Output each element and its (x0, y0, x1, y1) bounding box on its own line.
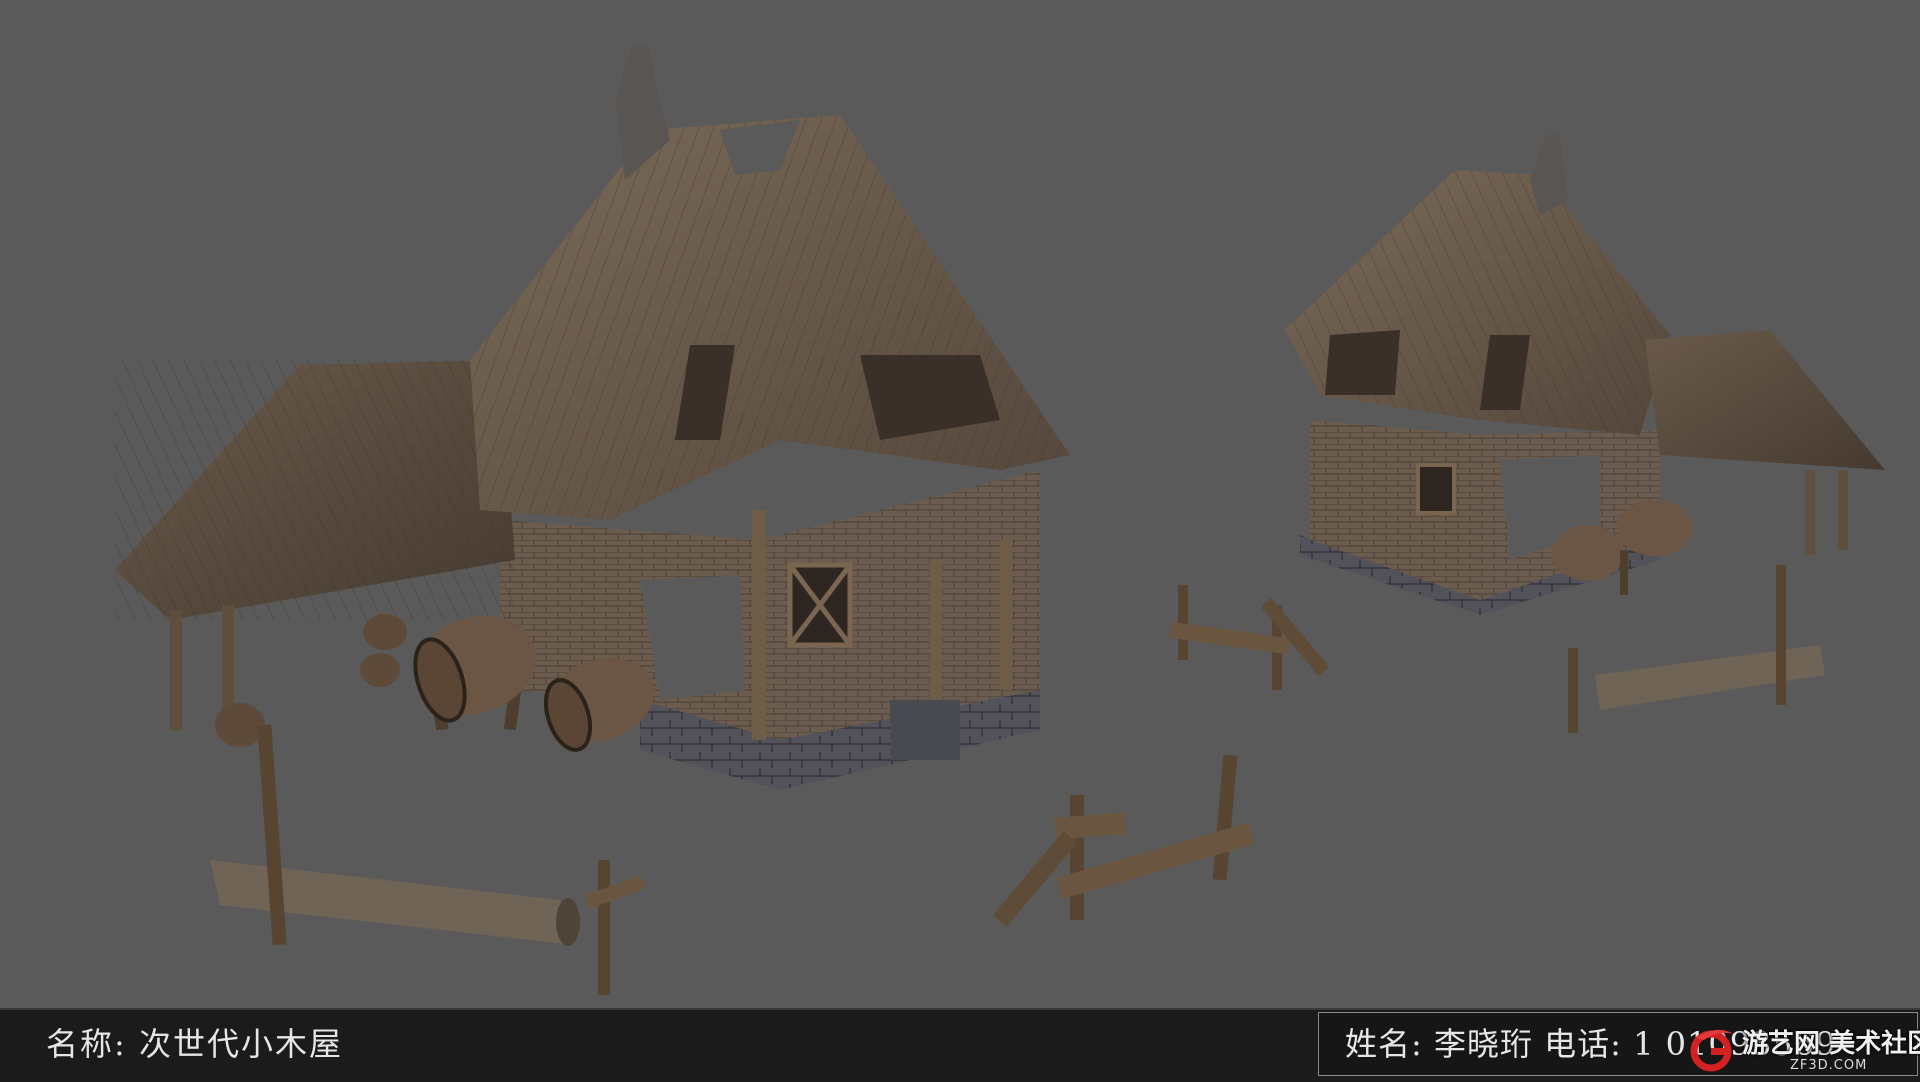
annex-post (1805, 470, 1815, 555)
fence-post (598, 860, 610, 995)
log (210, 860, 575, 945)
fence-post (1178, 585, 1188, 660)
small-barrel (360, 653, 400, 687)
barrel (1617, 500, 1693, 556)
annex-post (1838, 470, 1848, 550)
large-cabin (115, 45, 1070, 790)
small-cabin (1285, 135, 1885, 615)
barrel (1552, 525, 1624, 581)
watermark-community: 美术社区 (1829, 1029, 1920, 1059)
annex-post (170, 610, 182, 730)
render-scene (115, 45, 1885, 995)
watermark-site-title: 游艺网 (1742, 1029, 1821, 1059)
corner-post (752, 510, 766, 740)
annex-roof (1645, 330, 1885, 470)
broken-fence-center (992, 754, 1255, 927)
roof-hole (1325, 330, 1400, 395)
small-barrel (363, 614, 407, 650)
fence-post (257, 724, 287, 946)
porch-post (930, 560, 942, 710)
broken-fence-mid (1169, 585, 1330, 690)
fence-post (1776, 565, 1786, 705)
log (1595, 645, 1825, 710)
watermark-url: ZF3D.COM (1790, 1058, 1868, 1073)
fence-post (1212, 754, 1238, 881)
broken-fence-right (1568, 565, 1825, 733)
fence-post (1568, 648, 1578, 733)
porch-post (1000, 540, 1012, 690)
window (1416, 463, 1456, 515)
watermark-site-name: 游艺网 美术社区 (1742, 1028, 1920, 1060)
fence-post (1070, 795, 1084, 920)
porch-steps (890, 700, 960, 760)
model-name-caption: 名称: 次世代小木屋 (46, 1025, 343, 1063)
small-barrel (215, 703, 265, 747)
broken-fence-left (210, 724, 646, 995)
site-logo-icon (1690, 1029, 1734, 1072)
